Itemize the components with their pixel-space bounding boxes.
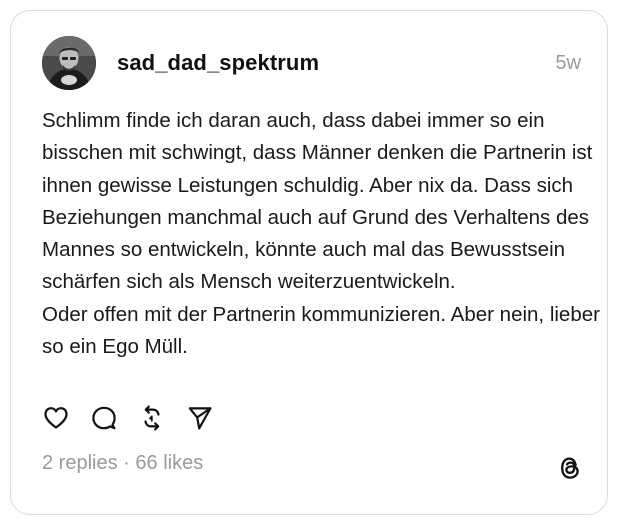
username[interactable]: sad_dad_spektrum [117,50,319,76]
post-timestamp: 5w [555,52,581,74]
post-text: Schlimm finde ich daran auch, dass dabei… [42,105,602,363]
post-stats: 2 replies · 66 likes [42,452,203,475]
avatar-image [42,36,96,90]
reply-button[interactable] [90,404,118,432]
replies-count[interactable]: 2 replies [42,452,118,474]
threads-logo-glyph [561,457,579,479]
action-bar [42,403,234,433]
heart-icon [44,407,68,429]
comment-bubble-icon [92,406,116,430]
send-icon [188,407,212,430]
share-button[interactable] [186,404,214,432]
stats-separator: · [117,452,136,474]
avatar[interactable] [42,36,96,90]
likes-count[interactable]: 66 likes [135,452,203,474]
post-paragraph: Oder offen mit der Partnerin kommunizier… [42,302,600,359]
repost-icon [144,405,160,431]
like-button[interactable] [42,404,70,432]
repost-button[interactable] [138,404,166,432]
post-card: sad_dad_spektrum 5w Schlimm finde ich da… [10,10,608,515]
threads-logo-icon[interactable] [555,453,585,483]
post-paragraph: Schlimm finde ich daran auch, dass dabei… [42,109,593,294]
